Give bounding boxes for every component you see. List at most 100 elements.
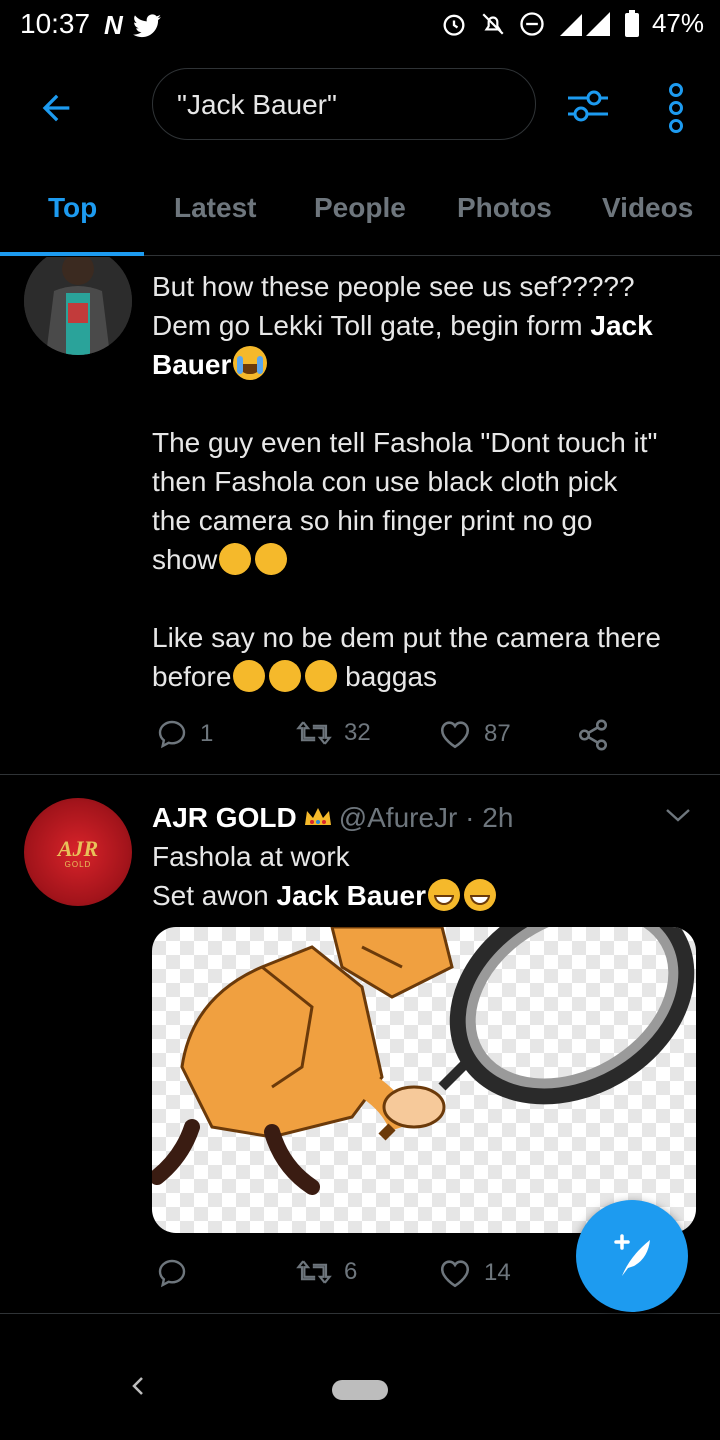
reply-icon (158, 1259, 186, 1288)
tweet-divider (0, 774, 720, 775)
search-highlight: Bauer (152, 349, 232, 380)
back-button[interactable] (28, 80, 84, 136)
compose-feather-icon (614, 1234, 650, 1276)
heart-icon (440, 1260, 470, 1288)
tweet-text-segment: baggas (337, 661, 438, 692)
tweet-image[interactable] (152, 927, 696, 1233)
chevron-down-icon (666, 809, 690, 822)
battery-percent: 47% (651, 8, 704, 38)
retweet-count: 32 (344, 719, 371, 746)
status-time: 10:37 (20, 8, 91, 39)
tweet-actions: 6 14 (152, 1257, 622, 1297)
reply-button[interactable]: 1 (156, 718, 213, 750)
tweet-line: Dem go Lekki Toll gate, begin form Jack (152, 306, 702, 345)
system-home-button[interactable] (332, 1380, 388, 1400)
tab-top[interactable]: Top (48, 192, 97, 224)
search-highlight: Jack (590, 310, 653, 341)
reply-count: 1 (200, 720, 214, 747)
tweet-body: But how these people see us sef????? Dem… (152, 267, 702, 696)
sliders-icon (568, 90, 608, 122)
retweet-count: 6 (344, 1258, 358, 1285)
laughing-emoji-icon (427, 879, 460, 911)
tweet-line: Bauer (152, 345, 702, 384)
system-back-button[interactable] (124, 1372, 152, 1405)
heart-icon (440, 721, 470, 749)
tweet-text-segment: before (152, 661, 232, 692)
tweet-line: Set awon Jack Bauer (152, 876, 702, 915)
search-filters-button[interactable] (564, 82, 620, 138)
rofl-emoji-icon (233, 660, 266, 692)
crown-emoji-icon (303, 802, 333, 825)
retweet-icon (296, 1260, 332, 1284)
tweet-actions: 1 32 87 (152, 718, 622, 758)
more-options-button[interactable] (656, 78, 696, 138)
like-count: 87 (484, 720, 511, 747)
chevron-left-icon (132, 1377, 143, 1395)
tab-latest[interactable]: Latest (174, 192, 256, 224)
retweet-button[interactable]: 6 (296, 1257, 357, 1287)
laughing-emoji-icon (463, 879, 496, 911)
like-button[interactable]: 87 (438, 718, 511, 750)
tweet-line: The guy even tell Fashola "Dont touch it… (152, 427, 658, 458)
status-left-icons: N (104, 10, 161, 41)
avatar-photo (24, 257, 132, 355)
tweet-menu-button[interactable] (664, 805, 692, 830)
rofl-emoji-icon (250, 537, 293, 581)
alarm-icon (443, 14, 465, 36)
username-and-time: @AfureJr · 2h (338, 802, 514, 833)
tweet-text-segment: Set awon (152, 880, 277, 911)
like-button[interactable]: 14 (438, 1257, 511, 1289)
notifications-off-icon (482, 12, 504, 35)
avatar-logo: AJR (57, 836, 99, 861)
avatar[interactable]: AJR GOLD (24, 798, 132, 906)
tweet-line: then Fashola con use black cloth pick (152, 466, 618, 497)
compose-tweet-button[interactable] (576, 1200, 688, 1312)
avatar[interactable] (24, 257, 132, 355)
search-input[interactable]: "Jack Bauer" (152, 68, 536, 140)
rofl-emoji-icon (269, 660, 302, 692)
tab-videos[interactable]: Videos (602, 192, 693, 224)
tweet-text-segment: show (152, 544, 218, 575)
share-button[interactable] (576, 718, 610, 752)
reply-button[interactable] (156, 1257, 188, 1289)
display-name[interactable]: AJR GOLD (152, 802, 297, 834)
tweet-body: Fashola at work Set awon Jack Bauer (152, 837, 702, 915)
rofl-emoji-icon (214, 537, 257, 581)
tweet-line: Like say no be dem put the camera there (152, 622, 661, 653)
search-header: "Jack Bauer" (0, 52, 720, 162)
tweet-feed[interactable]: But how these people see us sef????? Dem… (0, 257, 720, 1320)
tweet-line: before baggas (152, 657, 702, 696)
more-vertical-icon (669, 83, 683, 133)
active-tab-indicator (0, 252, 144, 256)
tweet-line: But how these people see us sef????? (152, 271, 635, 302)
rofl-emoji-icon (305, 660, 338, 692)
retweet-button[interactable]: 32 (296, 718, 371, 748)
retweet-icon (296, 721, 332, 745)
like-count: 14 (484, 1259, 511, 1286)
tweet-divider (0, 1313, 720, 1314)
reply-icon (158, 720, 186, 749)
do-not-disturb-icon (520, 11, 544, 36)
tweet-text-segment: Dem go Lekki Toll gate, begin form (152, 310, 591, 341)
twitter-bird-icon (132, 13, 161, 37)
search-tabs: Top Latest People Photos Videos (0, 162, 720, 256)
signal-icon (559, 11, 610, 36)
tweet-author-line: AJR GOLD @AfureJr · 2h (152, 802, 513, 834)
tab-people[interactable]: People (314, 192, 406, 224)
notification-app-icon: N (104, 10, 123, 40)
tweet-line: Fashola at work (152, 841, 350, 872)
tab-photos[interactable]: Photos (457, 192, 552, 224)
tweet-line: the camera so hin finger print no go (152, 505, 593, 536)
status-bar: 10:37 N 47% (0, 0, 720, 52)
search-highlight: Jack Bauer (276, 880, 426, 911)
system-nav-bar (0, 1336, 720, 1440)
avatar-logo-sub: GOLD (64, 860, 92, 869)
arrow-left-icon (42, 94, 70, 122)
crying-face-emoji-icon (233, 346, 268, 380)
status-right-icons: 47% (440, 8, 704, 39)
detective-cartoon-image (152, 927, 695, 1195)
share-icon (578, 719, 608, 751)
search-query: "Jack Bauer" (177, 89, 337, 120)
